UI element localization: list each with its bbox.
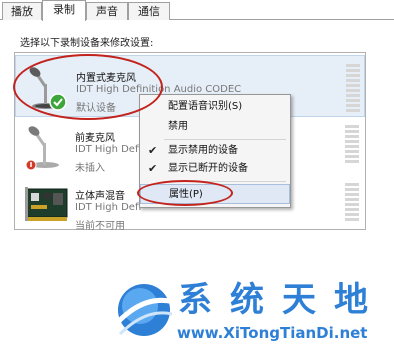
level-meter xyxy=(345,183,359,223)
instruction-text: 选择以下录制设备来修改设置: xyxy=(20,38,154,49)
device-description: IDT High Defi xyxy=(75,202,142,213)
tab-bar: 播放 录制 声音 通信 xyxy=(0,0,394,21)
menu-item-label: 显示已断开的设备 xyxy=(168,163,248,174)
level-meter xyxy=(345,125,359,165)
menu-item-show-disconnected[interactable]: ✔ 显示已断开的设备 xyxy=(140,159,290,179)
device-description: IDT High Defi xyxy=(75,144,142,155)
menu-separator xyxy=(164,139,286,140)
tab-playback[interactable]: 播放 xyxy=(2,2,42,20)
globe-logo-icon xyxy=(110,274,178,342)
device-name: 立体声混音 xyxy=(75,191,125,202)
menu-item-disable[interactable]: 禁用 xyxy=(140,117,290,137)
device-name: 前麦克风 xyxy=(75,133,115,144)
menu-item-label: 禁用 xyxy=(168,121,188,132)
watermark: 系统天地 www.XiTongTianDi.net xyxy=(0,272,394,354)
menu-item-label: 配置语音识别(S) xyxy=(168,101,243,112)
menu-item-show-disabled[interactable]: ✔ 显示禁用的设备 xyxy=(140,141,290,161)
tab-sounds[interactable]: 声音 xyxy=(86,2,128,20)
level-meter xyxy=(346,64,360,114)
menu-item-configure-speech[interactable]: 配置语音识别(S) xyxy=(140,97,290,117)
sound-card-icon xyxy=(23,183,71,233)
microphone-unplugged-icon xyxy=(23,125,71,175)
watermark-title: 系统天地 xyxy=(178,280,386,320)
watermark-url: www.XiTongTianDi.net xyxy=(177,324,368,342)
tab-communications[interactable]: 通信 xyxy=(128,2,170,20)
tab-recording[interactable]: 录制 xyxy=(42,0,86,21)
device-status: 未插入 xyxy=(75,163,105,174)
device-status: 当前不可用 xyxy=(75,221,125,232)
annotation-ellipse-properties xyxy=(137,180,233,206)
checkmark-icon: ✔ xyxy=(148,144,158,157)
checkmark-icon: ✔ xyxy=(148,162,158,175)
menu-item-label: 显示禁用的设备 xyxy=(168,145,238,156)
annotation-ellipse-device xyxy=(13,54,163,120)
